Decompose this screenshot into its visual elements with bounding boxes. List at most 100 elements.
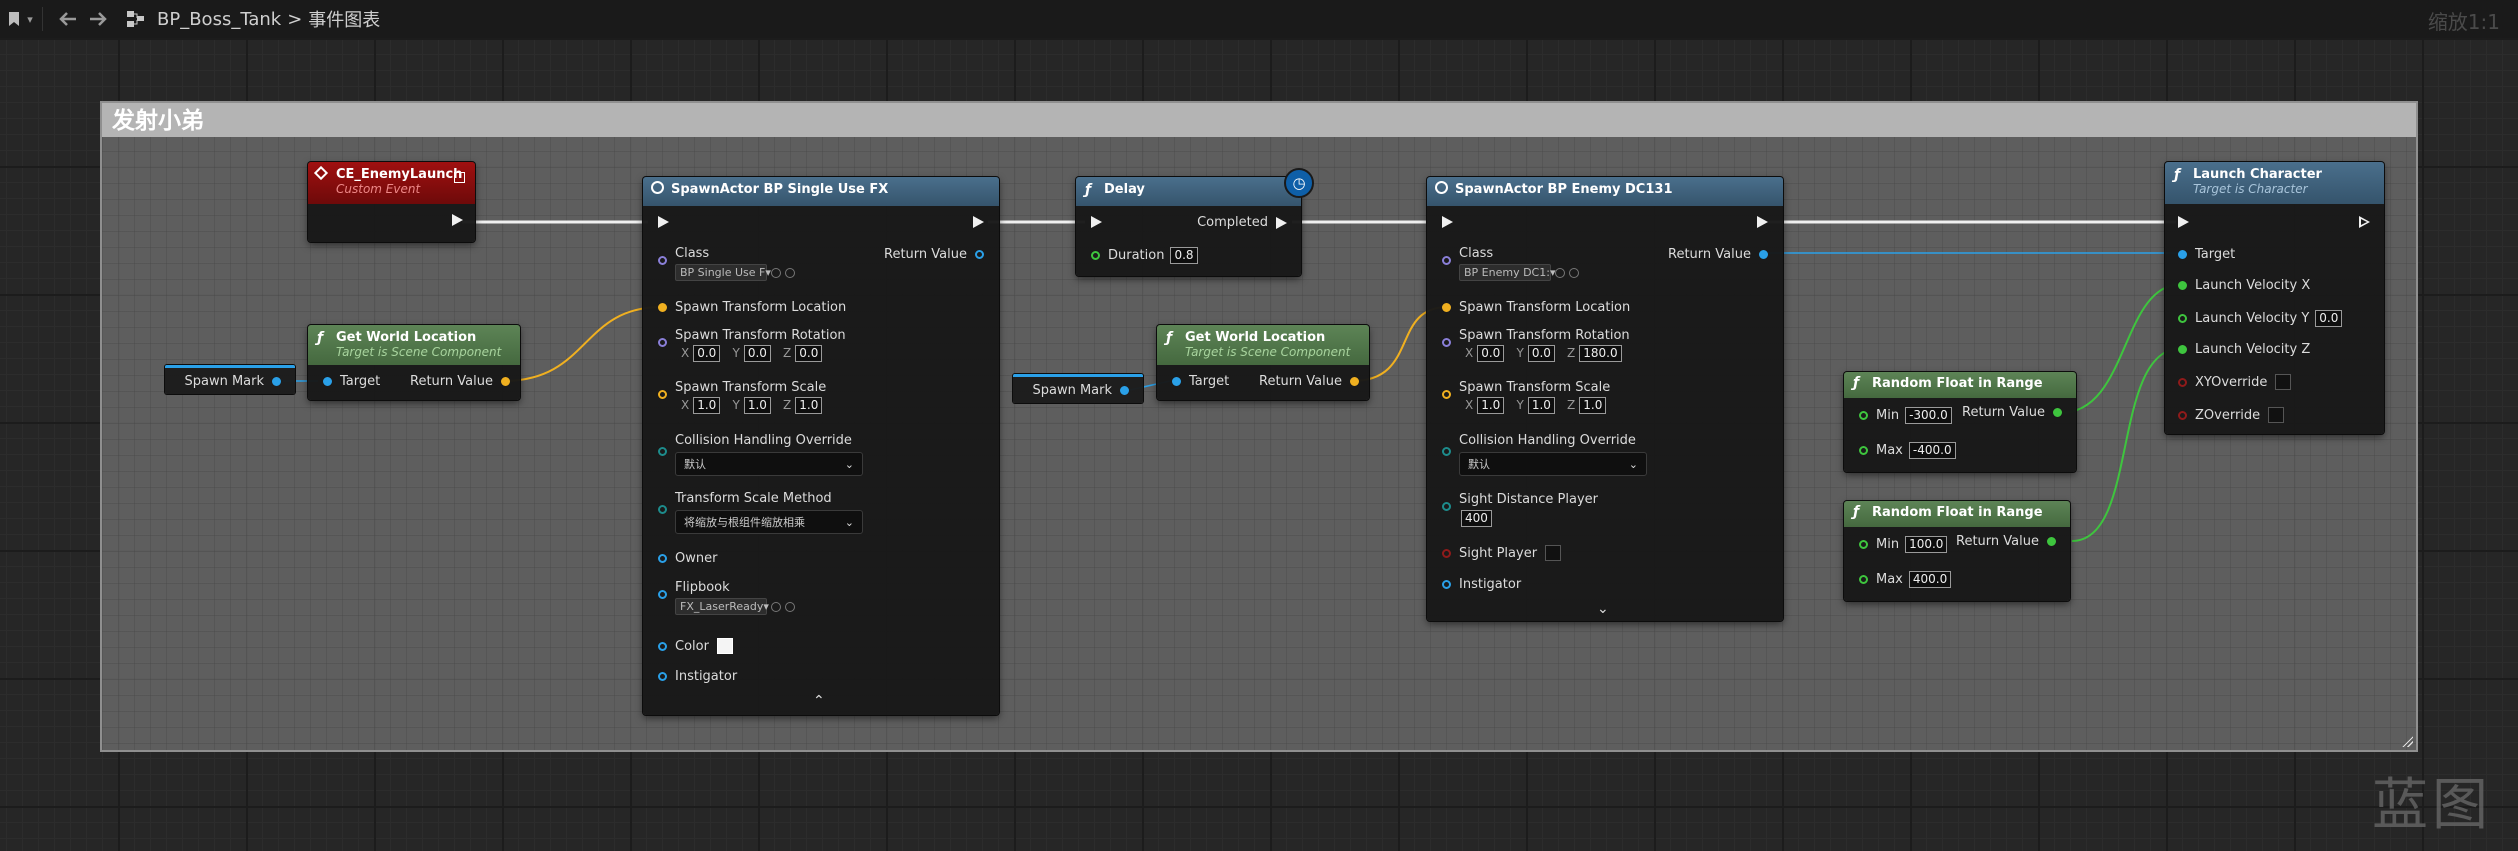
- rotation-z-field[interactable]: 180.0: [1579, 345, 1622, 362]
- pin-icon[interactable]: [1859, 446, 1868, 455]
- max-field[interactable]: -400.0: [1908, 442, 1956, 459]
- delegate-pin-icon[interactable]: [454, 172, 465, 183]
- pin-icon[interactable]: [1859, 411, 1868, 420]
- exec-pin-icon[interactable]: [452, 214, 463, 226]
- color-pin[interactable]: Color: [658, 638, 733, 654]
- collision-handling-dropdown[interactable]: 默认 ⌄: [1459, 452, 1647, 476]
- pin-icon[interactable]: [658, 256, 667, 265]
- target-pin[interactable]: Target: [323, 374, 380, 389]
- object-out-pin[interactable]: [272, 377, 281, 386]
- xy-override-pin[interactable]: XYOverride: [2178, 374, 2292, 390]
- exec-pin-icon[interactable]: [973, 216, 984, 228]
- pin-icon[interactable]: [658, 554, 667, 563]
- node-header[interactable]: ƒ Random Float in Range: [1844, 501, 2070, 527]
- pin-icon[interactable]: [658, 641, 667, 651]
- target-pin[interactable]: Target: [1172, 374, 1229, 389]
- spawn-transform-rotation-pin[interactable]: Spawn Transform Rotation X 0.0 Y 0.0 Z 180.…: [1442, 328, 1630, 362]
- spawn-mark-variable-node[interactable]: Spawn Mark: [165, 365, 295, 394]
- comment-title[interactable]: 发射小弟: [102, 103, 2416, 137]
- collapse-arrow-icon[interactable]: ⌃: [813, 693, 825, 709]
- exec-out-pin[interactable]: [1757, 216, 1768, 228]
- pin-icon[interactable]: [2178, 281, 2187, 290]
- pin-icon[interactable]: [658, 505, 667, 514]
- transform-scale-method-pin[interactable]: Transform Scale Method 将缩放与根组件缩放相乘 ⌄: [658, 491, 863, 534]
- scale-z-field[interactable]: 1.0: [795, 397, 823, 414]
- pin-icon[interactable]: [1759, 250, 1768, 259]
- spawn-mark-variable-node[interactable]: Spawn Mark: [1013, 374, 1143, 403]
- exec-in-pin[interactable]: [1091, 216, 1102, 228]
- exec-out-pin[interactable]: [973, 216, 984, 228]
- expand-arrow-icon[interactable]: ⌄: [1597, 601, 1609, 617]
- breadcrumb-blueprint[interactable]: BP_Boss_Tank: [157, 9, 281, 30]
- launch-velocity-z-pin[interactable]: Launch Velocity Z: [2178, 342, 2310, 357]
- collision-handling-pin[interactable]: Collision Handling Override 默认 ⌄: [1442, 433, 1647, 476]
- node-header[interactable]: SpawnActor BP Enemy DC131: [1427, 177, 1783, 206]
- node-header[interactable]: SpawnActor BP Single Use FX: [643, 177, 999, 206]
- pin-icon[interactable]: [1442, 390, 1451, 399]
- pin-icon[interactable]: [1442, 548, 1451, 558]
- node-header[interactable]: ƒ Get World Location Target is Scene Com…: [1157, 325, 1369, 365]
- breadcrumb-graph[interactable]: 事件图表: [308, 6, 380, 32]
- spawn-transform-scale-pin[interactable]: Spawn Transform Scale X 1.0 Y 1.0 Z 1.0: [1442, 380, 1610, 414]
- max-pin[interactable]: Max -400.0: [1859, 442, 1958, 459]
- sight-distance-field[interactable]: 400: [1461, 510, 1492, 527]
- pin-icon[interactable]: [975, 250, 984, 259]
- sight-player-checkbox[interactable]: [1545, 545, 1562, 561]
- launch-velocity-y-pin[interactable]: Launch Velocity Y 0.0: [2178, 310, 2344, 327]
- scale-x-field[interactable]: 1.0: [693, 397, 721, 414]
- z-override-checkbox[interactable]: [2268, 407, 2285, 423]
- completed-exec-pin[interactable]: Completed: [1197, 215, 1287, 230]
- transform-scale-method-dropdown[interactable]: 将缩放与根组件缩放相乘 ⌄: [675, 510, 863, 534]
- min-pin[interactable]: Min -300.0: [1859, 407, 1954, 424]
- exec-in-pin[interactable]: [1442, 216, 1453, 228]
- browse-icon[interactable]: [785, 267, 795, 278]
- forward-arrow-icon[interactable]: [83, 12, 113, 26]
- get-world-location-node[interactable]: ƒ Get World Location Target is Scene Com…: [308, 325, 520, 400]
- pin-icon[interactable]: [658, 590, 667, 599]
- duration-field[interactable]: 0.8: [1170, 247, 1198, 264]
- return-value-pin[interactable]: Return Value: [410, 374, 510, 389]
- random-float-node[interactable]: ƒ Random Float in Range Min 100.0 Return …: [1844, 501, 2070, 601]
- flipbook-dropdown[interactable]: FX_LaserReady ▾: [675, 598, 769, 615]
- pin-icon[interactable]: [1091, 251, 1100, 260]
- use-selected-icon[interactable]: [771, 601, 781, 612]
- return-value-pin[interactable]: Return Value: [1259, 374, 1359, 389]
- return-value-pin[interactable]: Return Value: [1956, 534, 2056, 549]
- launch-character-node[interactable]: ƒ Launch Character Target is Character T…: [2165, 162, 2384, 434]
- pin-icon[interactable]: [1859, 540, 1868, 549]
- exec-pin-icon[interactable]: [658, 216, 669, 228]
- sight-player-pin[interactable]: Sight Player: [1442, 545, 1562, 561]
- scale-x-field[interactable]: 1.0: [1477, 397, 1505, 414]
- pin-icon[interactable]: [2178, 410, 2187, 420]
- class-dropdown[interactable]: BP Single Use F ▾: [675, 264, 771, 281]
- get-world-location-node[interactable]: ƒ Get World Location Target is Scene Com…: [1157, 325, 1369, 400]
- min-field[interactable]: 100.0: [1905, 536, 1948, 553]
- pin-icon[interactable]: [1172, 377, 1181, 386]
- exec-pin-icon[interactable]: [1091, 216, 1102, 228]
- launch-velocity-x-pin[interactable]: Launch Velocity X: [2178, 278, 2310, 293]
- scale-z-field[interactable]: 1.0: [1579, 397, 1607, 414]
- pin-icon[interactable]: [1350, 377, 1359, 386]
- custom-event-node[interactable]: CE_EnemyLaunch Custom Event: [308, 162, 475, 242]
- node-header[interactable]: CE_EnemyLaunch Custom Event: [308, 162, 475, 204]
- node-header[interactable]: ƒ Get World Location Target is Scene Com…: [308, 325, 520, 365]
- pin-icon[interactable]: [2178, 250, 2187, 259]
- exec-pin-icon[interactable]: [2359, 216, 2370, 228]
- pin-icon[interactable]: [2178, 345, 2187, 354]
- scale-y-field[interactable]: 1.0: [1527, 397, 1555, 414]
- class-dropdown[interactable]: BP Enemy DC1: ▾: [1459, 264, 1555, 281]
- exec-out-pin[interactable]: [2359, 216, 2370, 228]
- rotation-y-field[interactable]: 0.0: [743, 345, 771, 362]
- min-pin[interactable]: Min 100.0: [1859, 536, 1949, 553]
- object-out-pin[interactable]: [1120, 386, 1129, 395]
- pin-icon[interactable]: [1442, 256, 1451, 265]
- back-arrow-icon[interactable]: [53, 12, 83, 26]
- pin-icon[interactable]: [1442, 502, 1451, 511]
- exec-pin-icon[interactable]: [1757, 216, 1768, 228]
- spawn-transform-rotation-pin[interactable]: Spawn Transform Rotation X 0.0 Y 0.0 Z 0.0: [658, 328, 846, 362]
- color-swatch[interactable]: [716, 638, 733, 654]
- use-selected-icon[interactable]: [1555, 267, 1565, 278]
- pin-icon[interactable]: [1442, 580, 1451, 589]
- exec-in-pin[interactable]: [2178, 216, 2189, 228]
- node-header[interactable]: ƒ Launch Character Target is Character: [2165, 162, 2384, 204]
